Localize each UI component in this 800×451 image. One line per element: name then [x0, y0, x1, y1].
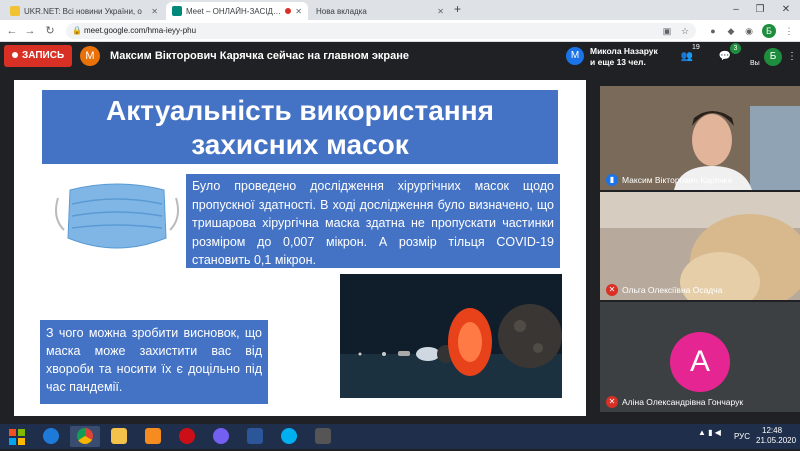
ukrnet-favicon-icon — [10, 6, 20, 16]
participant-name: Аліна Олександрівна Гончарук — [622, 397, 744, 407]
opera-icon[interactable] — [172, 426, 202, 447]
participant-avatar: M — [566, 47, 584, 65]
participants-panel: ▮ Максим Вікторович Карячка ✕ Ольга Олек… — [600, 72, 800, 424]
conclusion-text: З чого можна зробити висновок, що маска … — [40, 320, 268, 404]
extension-icon[interactable]: ● — [706, 24, 720, 38]
clock-time[interactable]: 12:48 — [762, 426, 782, 435]
particle-size-comparison-image — [340, 274, 562, 398]
participant-name: Максим Вікторович Карячка — [622, 175, 733, 185]
user-label: Вы — [750, 60, 760, 67]
surgical-mask-image — [55, 183, 179, 249]
participant-avatar: А — [670, 332, 730, 392]
extension-icon[interactable]: ◆ — [724, 24, 738, 38]
mic-muted-icon: ✕ — [606, 284, 618, 296]
media-icon[interactable] — [308, 426, 338, 447]
user-avatar[interactable]: Б — [764, 48, 782, 66]
meet-top-bar: ЗАПИСЬ M Максим Вікторович Карячка сейча… — [0, 42, 800, 72]
maximize-icon[interactable]: ❐ — [748, 0, 772, 20]
tab-meet[interactable]: Meet – ОНЛАЙН-ЗАСІДАНН ✕ — [166, 2, 308, 20]
people-count: 19 — [692, 44, 700, 51]
participant-video — [600, 192, 800, 300]
slide-title: Актуальність використання захисних масок — [42, 90, 558, 164]
language-indicator[interactable]: РУС — [734, 432, 750, 441]
skype-icon[interactable] — [274, 426, 304, 447]
new-tab-button[interactable]: + — [454, 2, 461, 16]
recording-indicator-icon — [285, 8, 292, 14]
slide: Актуальність використання захисних масок… — [14, 80, 586, 416]
windows-taskbar: ▲ ▮ ◀ РУС 12:48 21.05.2020 — [0, 424, 800, 449]
speaking-indicator-icon: ▮ — [606, 174, 618, 186]
tab-label: UKR.NET: Всі новини України, о — [24, 6, 142, 16]
minimize-icon[interactable]: – — [724, 0, 748, 20]
address-bar[interactable]: 🔒 meet.google.com/hma-ieyy-phu — [66, 23, 696, 39]
participant-name: Ольга Олексіївна Осадча — [622, 285, 723, 295]
reload-icon[interactable]: ↻ — [42, 23, 58, 39]
research-description: Було проведено дослідження хірургічних м… — [186, 174, 560, 268]
windows-logo-icon — [9, 429, 25, 445]
participants-info[interactable]: M Микола Назарук и еще 13 чел. — [566, 44, 666, 70]
menu-icon[interactable]: ⋮ — [782, 24, 796, 38]
media-player-icon[interactable] — [138, 426, 168, 447]
participant-tile[interactable]: ✕ Ольга Олексіївна Осадча — [600, 192, 800, 300]
presenter-avatar: M — [80, 46, 100, 66]
tray-icons[interactable]: ▲ ▮ ◀ — [698, 428, 721, 437]
more-options-icon[interactable]: ⋮ — [786, 46, 798, 68]
url-text: meet.google.com/hma-ieyy-phu — [84, 26, 197, 35]
tab-new[interactable]: Нова вкладка ✕ — [310, 2, 450, 20]
tab-label: Нова вкладка — [316, 6, 367, 16]
tab-ukrnet[interactable]: UKR.NET: Всі новини України, о ✕ — [4, 2, 164, 20]
lock-icon: 🔒 — [72, 26, 82, 35]
chat-count-badge: 3 — [730, 43, 741, 54]
camera-icon[interactable]: ▣ — [660, 24, 674, 38]
clock-date[interactable]: 21.05.2020 — [756, 436, 796, 445]
profile-avatar[interactable]: Б — [762, 24, 776, 38]
presentation-area: Актуальність використання захисних масок… — [0, 72, 600, 424]
explorer-icon[interactable] — [104, 426, 134, 447]
browser-tab-bar: UKR.NET: Всі новини України, о ✕ Meet – … — [0, 0, 800, 20]
forward-icon[interactable]: → — [22, 23, 38, 39]
close-icon[interactable]: ✕ — [295, 7, 302, 16]
presenting-text: Максим Вікторович Карячка сейчас на глав… — [110, 50, 410, 62]
extension-icon[interactable]: ◉ — [742, 24, 756, 38]
browser-toolbar: ← → ↻ 🔒 meet.google.com/hma-ieyy-phu ▣ ☆… — [0, 20, 800, 42]
start-button[interactable] — [2, 426, 32, 447]
close-window-icon[interactable]: ✕ — [774, 0, 798, 20]
mic-muted-icon: ✕ — [606, 396, 618, 408]
participant-tile[interactable]: ▮ Максим Вікторович Карячка — [600, 86, 800, 190]
participant-tile[interactable]: А ✕ Аліна Олександрівна Гончарук — [600, 302, 800, 412]
chrome-icon[interactable] — [70, 426, 100, 447]
ie-icon[interactable] — [36, 426, 66, 447]
close-icon[interactable]: ✕ — [151, 7, 158, 16]
meet-favicon-icon — [172, 6, 182, 16]
close-icon[interactable]: ✕ — [437, 7, 444, 16]
recording-badge: ЗАПИСЬ — [4, 45, 73, 67]
word-icon[interactable] — [240, 426, 270, 447]
bookmark-star-icon[interactable]: ☆ — [678, 24, 692, 38]
back-icon[interactable]: ← — [4, 23, 20, 39]
tab-label: Meet – ОНЛАЙН-ЗАСІДАНН — [186, 6, 283, 16]
viber-icon[interactable] — [206, 426, 236, 447]
